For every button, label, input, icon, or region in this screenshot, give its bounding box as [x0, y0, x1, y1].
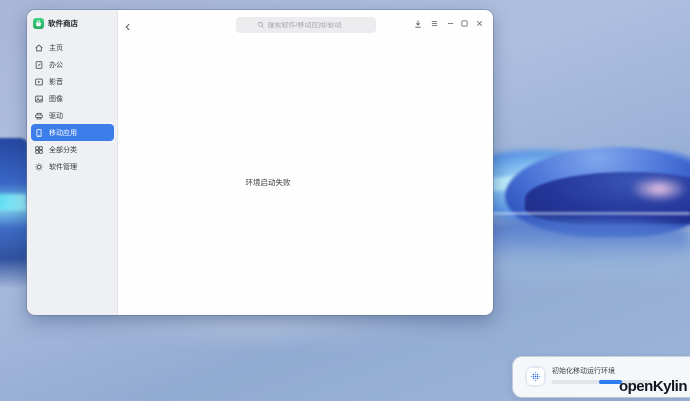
sidebar-item-image[interactable]: 图像	[31, 90, 114, 107]
main-area: 环境启动失败	[118, 10, 493, 315]
gear-icon	[34, 162, 44, 172]
wallpaper-wave-shape	[630, 176, 688, 202]
mobile-env-icon	[527, 368, 544, 385]
sidebar-item-all-categories[interactable]: 全部分类	[31, 141, 114, 158]
search-box[interactable]	[236, 17, 376, 33]
back-button[interactable]	[123, 19, 133, 29]
sidebar-item-home[interactable]: 主页	[31, 39, 114, 56]
sidebar-item-driver[interactable]: 驱动	[31, 107, 114, 124]
sidebar-item-software-manage[interactable]: 软件管理	[31, 158, 114, 175]
media-icon	[34, 77, 44, 87]
sidebar-item-mobile-apps[interactable]: 移动应用	[31, 124, 114, 141]
sidebar-item-label: 办公	[49, 60, 63, 70]
sidebar-item-label: 全部分类	[49, 145, 77, 155]
sidebar-item-label: 软件管理	[49, 162, 77, 172]
search-icon	[257, 16, 265, 34]
environment-error-message: 环境启动失败	[236, 177, 300, 188]
app-header: 软件商店	[33, 18, 78, 29]
driver-icon	[34, 111, 44, 121]
minimize-icon[interactable]	[445, 18, 456, 29]
app-title: 软件商店	[48, 18, 78, 29]
desktop: 软件商店 主页 办公	[0, 0, 690, 401]
sidebar-item-media[interactable]: 影音	[31, 73, 114, 90]
sidebar-item-label: 驱动	[49, 111, 63, 121]
maximize-icon[interactable]	[459, 18, 470, 29]
wallpaper-wave-shape	[0, 138, 28, 288]
image-icon	[34, 94, 44, 104]
mobile-icon	[34, 128, 44, 138]
office-icon	[34, 60, 44, 70]
download-manager-icon[interactable]	[412, 18, 423, 29]
wallpaper-wave-shape	[0, 194, 26, 210]
close-icon[interactable]	[474, 18, 485, 29]
sidebar-item-label: 图像	[49, 94, 63, 104]
sidebar: 软件商店 主页 办公	[27, 10, 118, 315]
sidebar-item-label: 移动应用	[49, 128, 77, 138]
openkylin-logo: openKylin	[619, 378, 687, 395]
software-store-app-icon	[33, 18, 44, 29]
notification-message: 初始化移动运行环境	[552, 366, 615, 376]
search-input[interactable]	[268, 22, 356, 29]
sidebar-item-label: 主页	[49, 43, 63, 53]
sidebar-item-label: 影音	[49, 77, 63, 87]
home-icon	[34, 43, 44, 53]
menu-icon[interactable]	[429, 18, 440, 29]
categories-icon	[34, 145, 44, 155]
sidebar-item-office[interactable]: 办公	[31, 56, 114, 73]
software-store-window: 软件商店 主页 办公	[27, 10, 493, 315]
sidebar-nav: 主页 办公 影音	[27, 39, 117, 175]
